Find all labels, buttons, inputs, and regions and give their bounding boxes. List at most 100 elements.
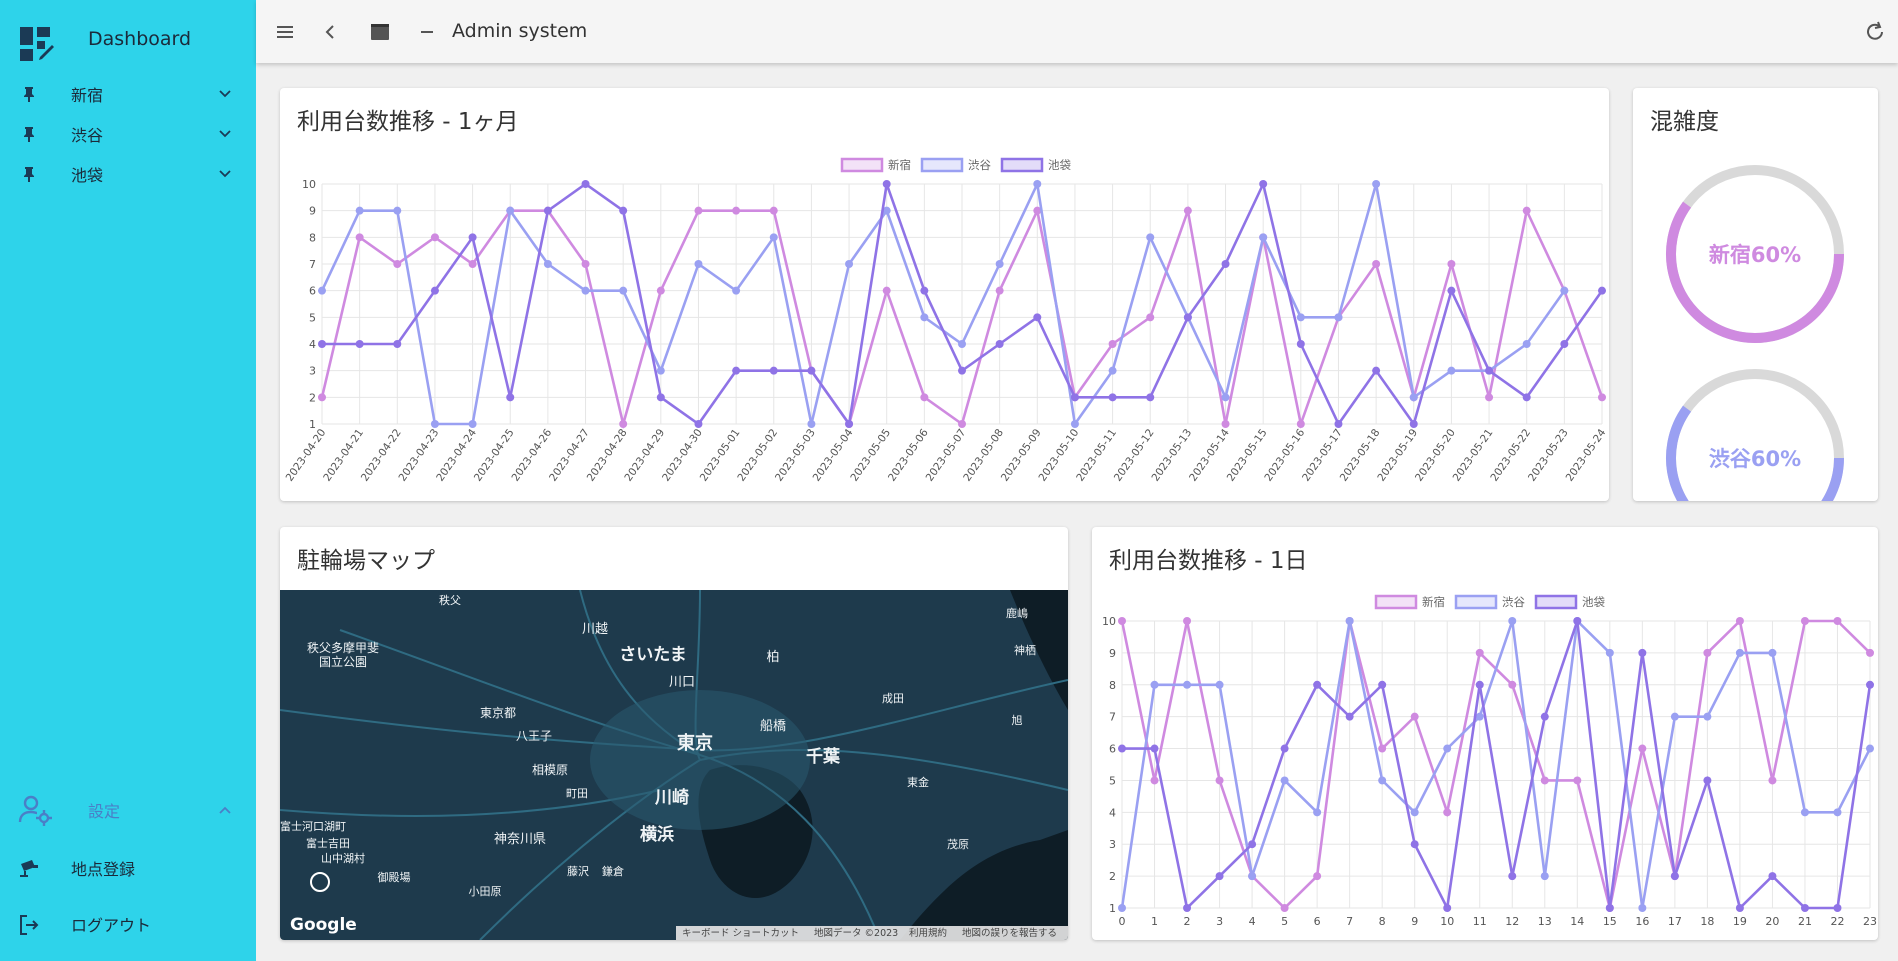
data-point: [995, 260, 1004, 268]
data-point: [1540, 776, 1549, 785]
chevron-down-icon: [219, 170, 231, 178]
sidebar-item-settings[interactable]: 設定: [0, 790, 256, 830]
data-point: [732, 366, 741, 375]
data-point: [1183, 313, 1192, 322]
data-point: [1409, 420, 1418, 428]
brand-title[interactable]: Dashboard: [88, 28, 191, 50]
data-point: [1800, 617, 1809, 625]
page-title: Admin system: [452, 20, 588, 42]
data-point: [1183, 680, 1192, 689]
y-tick-label: 3: [309, 365, 316, 378]
data-point: [995, 340, 1004, 348]
data-point: [355, 233, 364, 242]
data-point: [468, 260, 477, 268]
sidebar-item-label: 渋谷: [71, 126, 104, 145]
legend-swatch: [1000, 157, 1044, 173]
chevron-left-icon[interactable]: [319, 20, 343, 44]
map-footer-link: 地図の誤りを報告する: [962, 927, 1057, 939]
sidebar-item-logout[interactable]: ログアウト: [0, 906, 256, 942]
x-tick-label: 7: [1346, 915, 1353, 928]
sidebar-item-register[interactable]: 地点登録: [0, 850, 256, 886]
sidebar-item-shinjuku[interactable]: 新宿: [0, 76, 256, 112]
legend-swatch: [840, 157, 884, 173]
data-point: [845, 260, 854, 268]
x-tick-label: 18: [1700, 915, 1714, 928]
gauge-fill: [1666, 201, 1844, 343]
data-point: [1560, 340, 1569, 348]
data-point: [1703, 648, 1712, 657]
x-tick-label: 8: [1379, 915, 1386, 928]
data-point: [1443, 808, 1452, 817]
data-point: [1768, 648, 1777, 657]
data-point: [543, 206, 552, 215]
map-place-label: 東京都: [480, 706, 516, 720]
dashboard-icon[interactable]: [20, 24, 54, 64]
map-place-label: 富士吉田: [306, 836, 350, 850]
data-point: [1280, 776, 1289, 785]
sidebar-item-label: 地点登録: [71, 860, 136, 879]
data-point: [920, 313, 929, 322]
map-place-label: 秩父: [439, 594, 461, 607]
gauge-track: [1666, 369, 1844, 501]
data-point: [1334, 313, 1343, 322]
map-footer-link: 地図データ ©2023: [814, 927, 898, 939]
data-point: [1522, 393, 1531, 402]
data-point: [1703, 776, 1712, 785]
refresh-icon[interactable]: [1863, 20, 1887, 44]
x-tick-label: 17: [1668, 915, 1682, 928]
y-tick-label: 5: [309, 311, 316, 324]
map-place-label: 茂原: [947, 837, 969, 851]
data-point: [1508, 872, 1517, 881]
gauge-label: 新宿60%: [1709, 243, 1801, 267]
data-point: [882, 286, 891, 295]
window-icon[interactable]: [368, 20, 392, 44]
map-place-label: 千葉: [806, 746, 841, 767]
minimize-icon[interactable]: [415, 20, 439, 44]
x-tick-label: 9: [1411, 915, 1418, 928]
data-point: [1146, 313, 1155, 322]
legend-swatch: [1454, 594, 1498, 610]
data-point: [1372, 260, 1381, 268]
y-tick-label: 4: [1109, 806, 1116, 819]
y-tick-label: 10: [1102, 615, 1116, 628]
menu-icon[interactable]: [273, 20, 297, 44]
map-place-label: 山中湖村: [321, 851, 365, 865]
sidebar-item-ikebukuro[interactable]: 池袋: [0, 156, 256, 192]
parking-map[interactable]: 秩父川越さいたま 柏 鹿嶋秩父多摩甲斐国立公園川口 神栖東京都 成田八王子 船橋東京千葉 旭…: [280, 590, 1068, 940]
y-tick-label: 6: [1109, 743, 1116, 756]
data-point: [1508, 680, 1517, 689]
data-point: [1605, 648, 1614, 657]
legend-swatch: [1534, 594, 1578, 610]
map-place-label: 八王子: [516, 729, 552, 743]
camera-icon: [20, 860, 38, 877]
data-point: [393, 340, 402, 348]
pin-icon: [24, 87, 34, 102]
map-place-label: さいたま: [619, 645, 687, 665]
y-tick-label: 1: [1109, 902, 1116, 915]
data-point: [1410, 712, 1419, 721]
data-point: [1475, 680, 1484, 689]
data-point: [430, 233, 439, 242]
data-point: [1150, 680, 1159, 689]
data-point: [732, 206, 741, 215]
x-tick-label: 15: [1603, 915, 1617, 928]
map-place-label: 東金: [907, 775, 929, 789]
data-point: [920, 286, 929, 295]
sidebar-item-shibuya[interactable]: 渋谷: [0, 116, 256, 152]
data-point: [468, 420, 477, 428]
data-point: [1833, 617, 1842, 625]
data-point: [1638, 744, 1647, 753]
data-point: [1183, 617, 1192, 625]
map-footer-link: 利用規約: [909, 927, 947, 939]
daily-chart-card: 利用台数推移 - 1日 1 2 3 4 5 6 7 8 9 10 0 1 2 3 4 5 6 7 8 9 10 11 12 1…: [1092, 527, 1878, 940]
data-point: [1833, 808, 1842, 817]
x-tick-label: 0: [1119, 915, 1126, 928]
data-point: [1118, 617, 1126, 625]
data-point: [807, 420, 816, 428]
x-tick-label: 23: [1863, 915, 1877, 928]
data-point: [769, 366, 778, 375]
y-tick-label: 2: [1109, 870, 1116, 883]
data-point: [1638, 648, 1647, 657]
google-logo: Google: [290, 915, 357, 935]
data-point: [355, 340, 364, 348]
